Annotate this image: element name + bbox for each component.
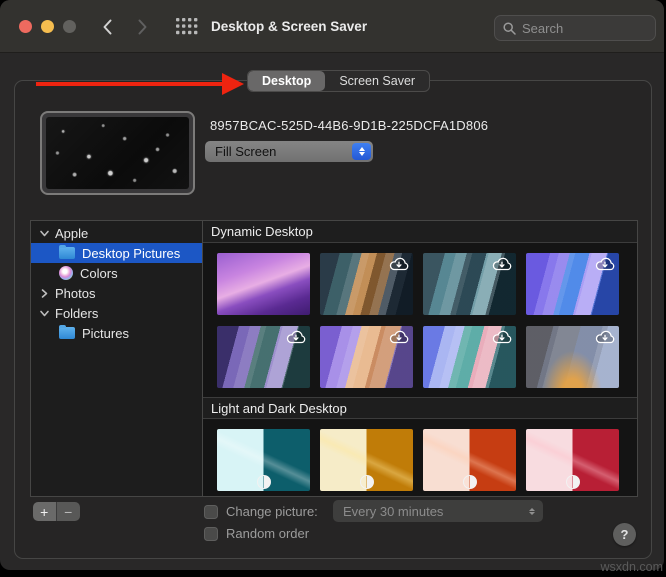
sidebar-item-label: Colors (80, 265, 118, 281)
random-order-label: Random order (226, 526, 310, 541)
sidebar-item-desktop-pictures[interactable]: Desktop Pictures (31, 243, 202, 263)
change-picture-label: Change picture: (226, 504, 318, 519)
popup-chevrons-icon (352, 143, 371, 160)
section-title: Dynamic Desktop (211, 224, 313, 239)
wallpaper-name: 8957BCAC-525D-44B6-9D1B-225DCFA1D806 (210, 118, 489, 133)
sidebar-group-label: Folders (55, 305, 99, 321)
tab-desktop[interactable]: Desktop (248, 71, 326, 91)
cloud-download-icon[interactable] (491, 256, 513, 273)
annotation-arrow-head (222, 73, 244, 95)
light-dark-toggle-icon (256, 475, 271, 489)
current-wallpaper-preview (40, 111, 195, 195)
sidebar-group-apple[interactable]: Apple (31, 223, 202, 243)
preferences-window: Desktop & Screen Saver Desktop Screen Sa… (0, 0, 664, 570)
close-button[interactable] (19, 20, 32, 33)
sidebar-item-label: Desktop Pictures (82, 245, 181, 261)
sidebar-group-label: Apple (55, 225, 89, 241)
forward-button[interactable] (133, 18, 151, 36)
lists-container: Apple Desktop Pictures Colors Photos Fol… (30, 220, 638, 497)
cloud-download-icon[interactable] (285, 329, 307, 346)
wallpaper-thumbnail[interactable] (320, 253, 413, 315)
cloud-download-icon[interactable] (594, 256, 616, 273)
light-dark-toggle-icon (359, 475, 374, 489)
cloud-download-icon[interactable] (594, 329, 616, 346)
light-dark-toggle-icon (565, 475, 580, 489)
cloud-download-icon[interactable] (388, 256, 410, 273)
light-dark-toggle-icon (462, 475, 477, 489)
window-title: Desktop & Screen Saver (211, 19, 368, 34)
show-all-grid-icon[interactable] (176, 18, 198, 40)
colors-sphere-icon (59, 266, 73, 280)
remove-folder-button[interactable]: − (56, 502, 80, 521)
wallpaper-thumbnail[interactable] (217, 326, 310, 388)
tab-screen-saver-label: Screen Saver (339, 74, 416, 88)
wallpaper-preview-image (46, 117, 189, 189)
sidebar-item-label: Pictures (82, 325, 129, 341)
screenshot-page: Desktop & Screen Saver Desktop Screen Sa… (0, 0, 666, 577)
wallpaper-thumbnail[interactable] (217, 429, 310, 491)
search-icon (503, 21, 516, 35)
sidebar-group-folders[interactable]: Folders (31, 303, 202, 323)
source-sidebar: Apple Desktop Pictures Colors Photos Fol… (31, 221, 203, 496)
wallpaper-thumbnail[interactable] (526, 429, 619, 491)
fill-mode-value: Fill Screen (215, 144, 277, 159)
help-button[interactable]: ? (613, 523, 636, 546)
wallpaper-thumbnail[interactable] (217, 253, 310, 315)
wallpaper-thumbnail[interactable] (526, 326, 619, 388)
chevron-down-icon[interactable] (39, 308, 50, 319)
change-picture-checkbox[interactable] (204, 505, 218, 519)
search-input[interactable] (522, 20, 632, 36)
zoom-button (63, 20, 76, 33)
tab-desktop-label: Desktop (262, 74, 312, 88)
tab-screen-saver[interactable]: Screen Saver (325, 71, 429, 91)
interval-dropdown[interactable]: Every 30 minutes (333, 500, 543, 522)
wallpaper-thumbnail[interactable] (423, 429, 516, 491)
minimize-button[interactable] (41, 20, 54, 33)
wallpaper-thumbnail[interactable] (423, 253, 516, 315)
dropdown-chevrons-icon (529, 507, 535, 515)
sidebar-item-pictures[interactable]: Pictures (31, 323, 202, 343)
add-remove-control: + − (33, 502, 80, 521)
section-header-dynamic: Dynamic Desktop (203, 221, 637, 243)
watermark: wsxdn.com (600, 560, 663, 574)
fill-mode-popup[interactable]: Fill Screen (205, 141, 373, 162)
chevron-right-icon[interactable] (39, 288, 50, 299)
section-title: Light and Dark Desktop (211, 400, 347, 416)
wallpaper-pane: Dynamic Desktop Light and Dark Desktop (203, 221, 637, 496)
sidebar-group-label: Photos (55, 285, 96, 301)
sidebar-item-colors[interactable]: Colors (31, 263, 202, 283)
back-button[interactable] (99, 18, 117, 36)
wallpaper-thumbnail[interactable] (320, 429, 413, 491)
search-field[interactable] (494, 15, 656, 41)
wallpaper-thumbnail[interactable] (320, 326, 413, 388)
folder-icon (59, 325, 75, 339)
folder-icon (59, 245, 75, 259)
tab-bar: Desktop Screen Saver (247, 70, 431, 92)
wallpaper-thumbnail[interactable] (526, 253, 619, 315)
section-header-light-dark: Light and Dark Desktop (203, 397, 637, 419)
sidebar-group-photos[interactable]: Photos (31, 283, 202, 303)
wallpaper-thumbnail[interactable] (423, 326, 516, 388)
interval-value: Every 30 minutes (343, 503, 444, 519)
add-folder-button[interactable]: + (33, 502, 57, 521)
random-order-checkbox[interactable] (204, 527, 218, 541)
chevron-down-icon[interactable] (39, 228, 50, 239)
titlebar: Desktop & Screen Saver (0, 0, 664, 53)
cloud-download-icon[interactable] (491, 329, 513, 346)
cloud-download-icon[interactable] (388, 329, 410, 346)
annotation-arrow (36, 82, 223, 86)
